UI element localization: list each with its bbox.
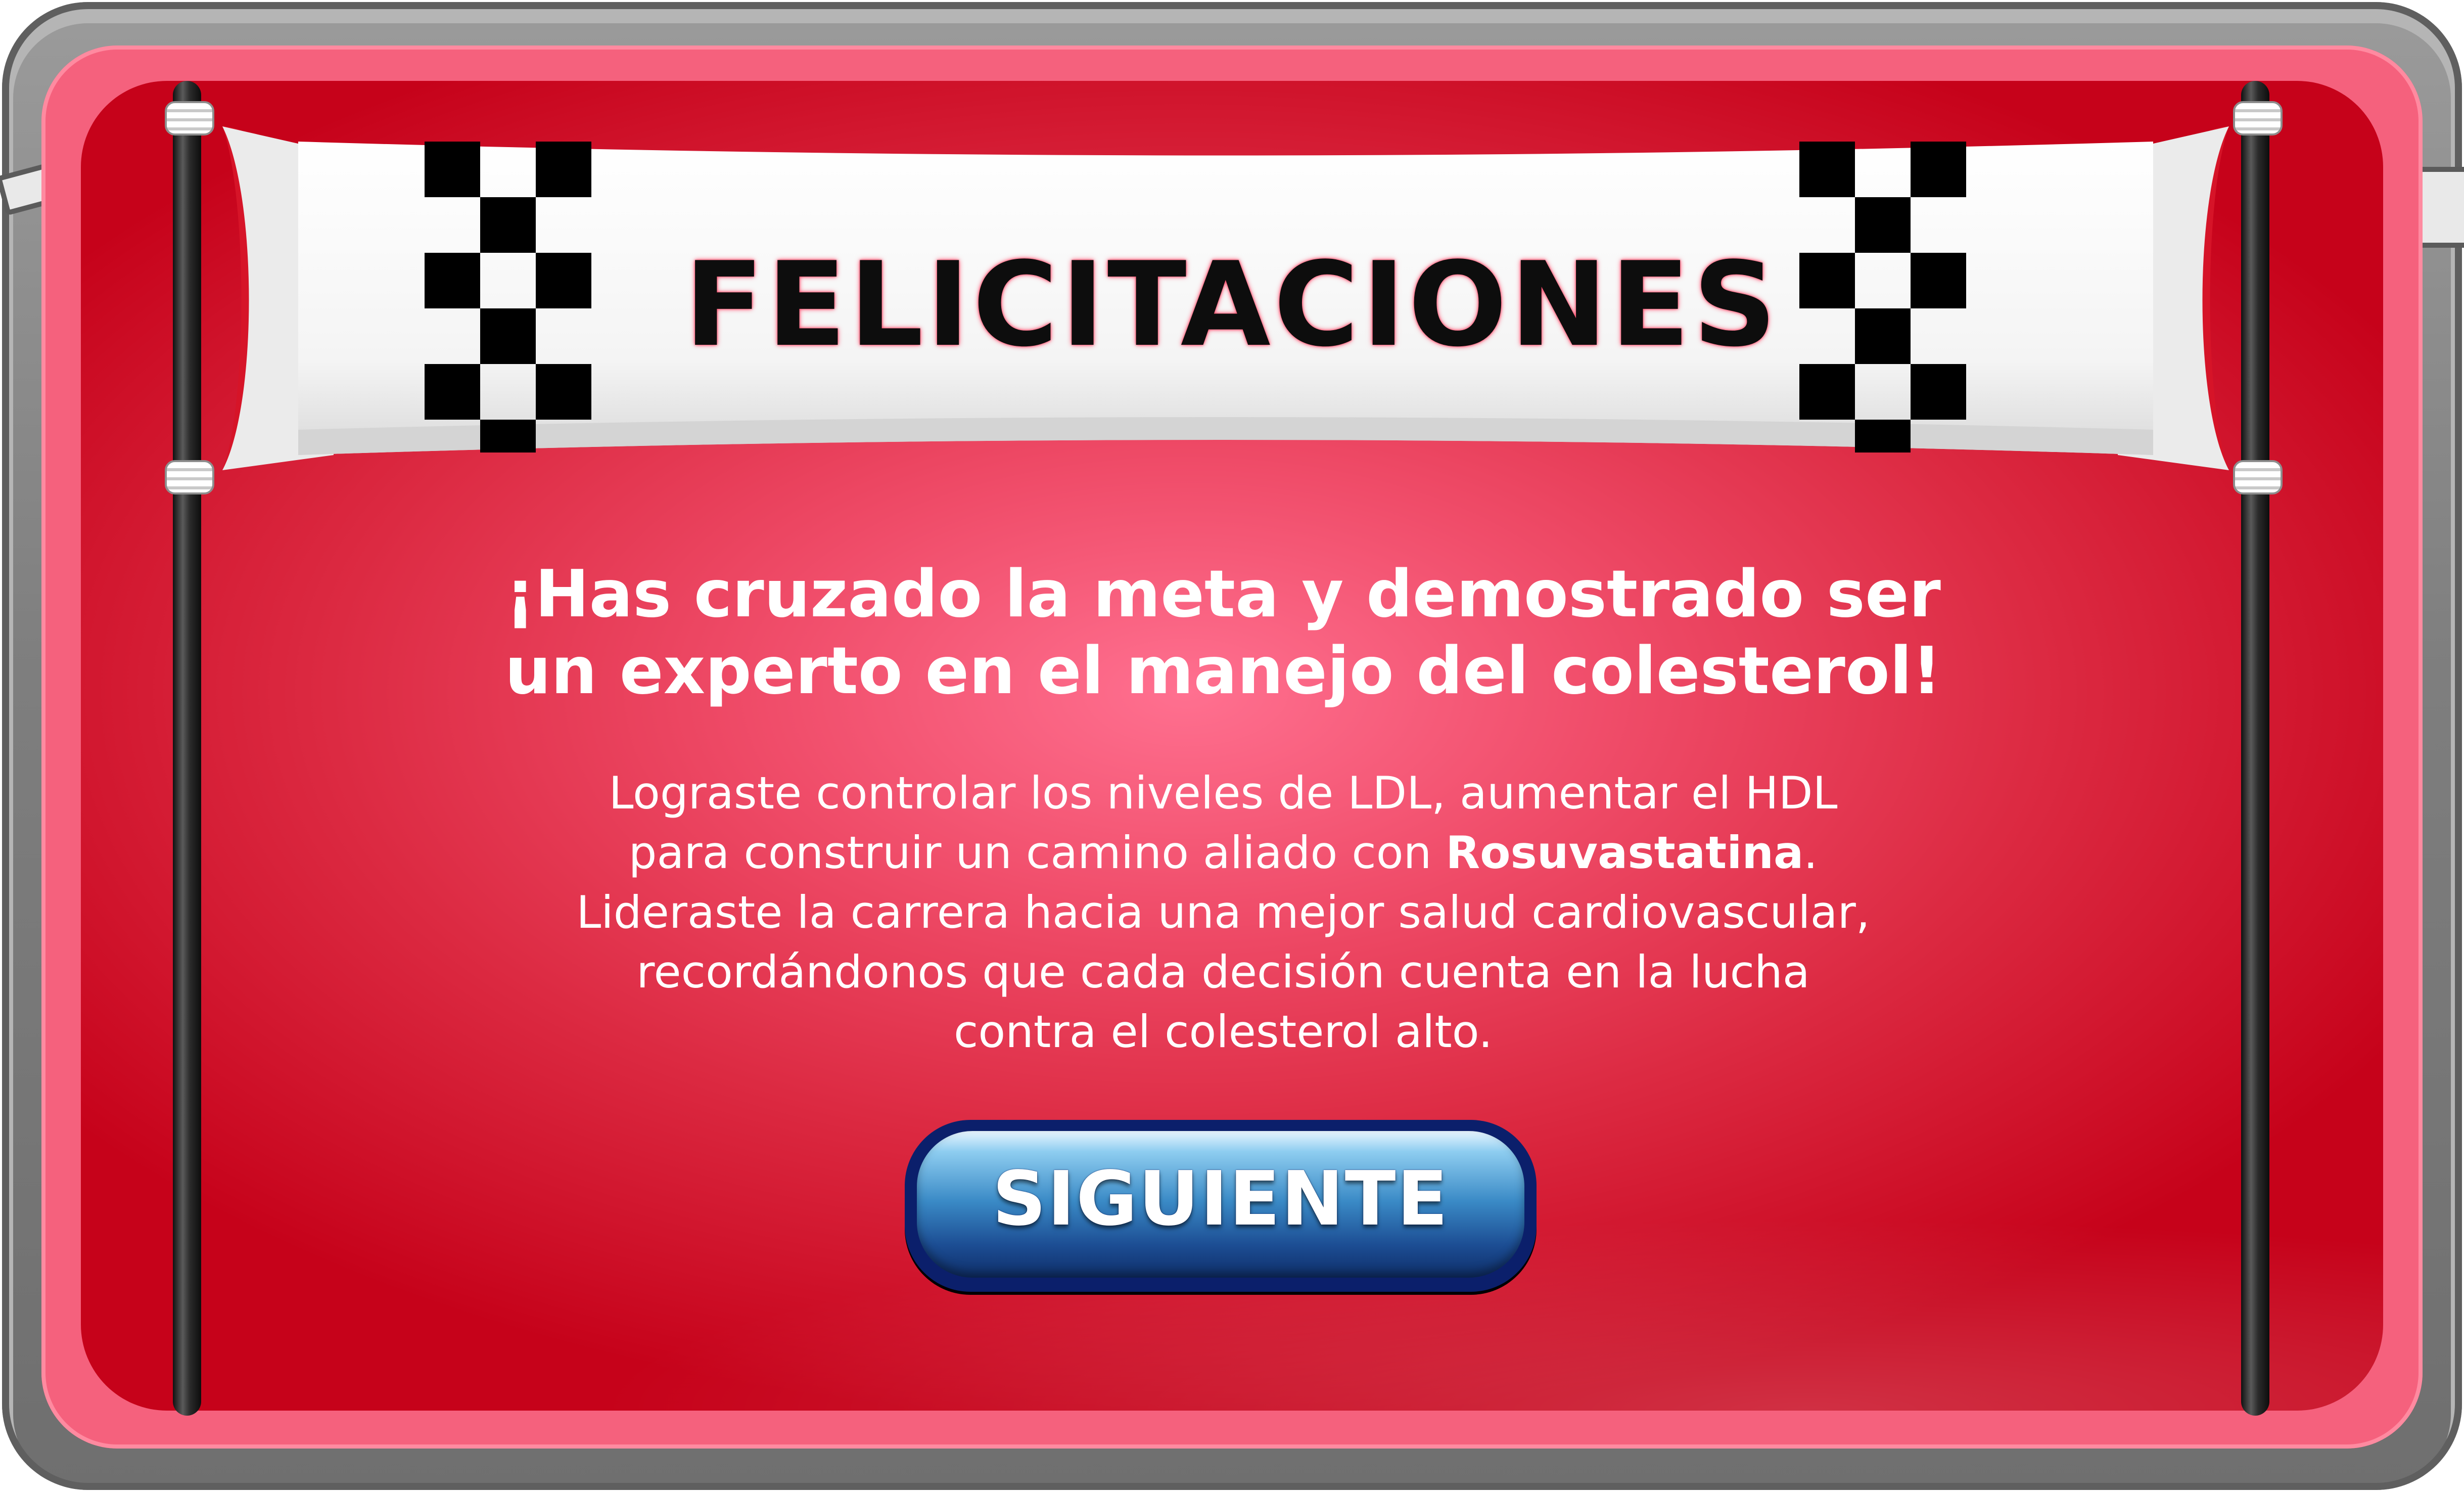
next-button-label: SIGUIENTE <box>992 1155 1449 1242</box>
drug-name: Rosuvastatina <box>1446 827 1804 879</box>
description-text: para construir un camino aliado con <box>628 827 1446 879</box>
description-line: contra el colesterol alto. <box>953 1006 1493 1058</box>
headline-line: ¡Has cruzado la meta y demostrado ser <box>505 557 1941 632</box>
description-line: para construir un camino aliado con Rosu… <box>455 823 1991 883</box>
rope-knot <box>165 460 214 494</box>
next-button[interactable]: SIGUIENTE <box>905 1120 1537 1292</box>
description-text: . <box>1803 827 1818 879</box>
rope-knot <box>165 101 214 135</box>
description-line: recordándonos que cada decisión cuenta e… <box>636 946 1810 998</box>
rope-knot <box>2233 101 2283 135</box>
description-line: Lideraste la carrera hacia una mejor sal… <box>576 886 1870 938</box>
achievement-headline: ¡Has cruzado la meta y demostrado ser un… <box>354 556 2093 710</box>
achievement-description: Lograste controlar los niveles de LDL, a… <box>455 763 1991 1062</box>
congratulations-title: FELICITACIONES <box>684 238 1780 373</box>
headline-line: un experto en el manejo del colesterol! <box>504 634 1942 709</box>
rope-knot <box>2233 460 2283 494</box>
description-line: Lograste controlar los niveles de LDL, a… <box>609 767 1838 819</box>
